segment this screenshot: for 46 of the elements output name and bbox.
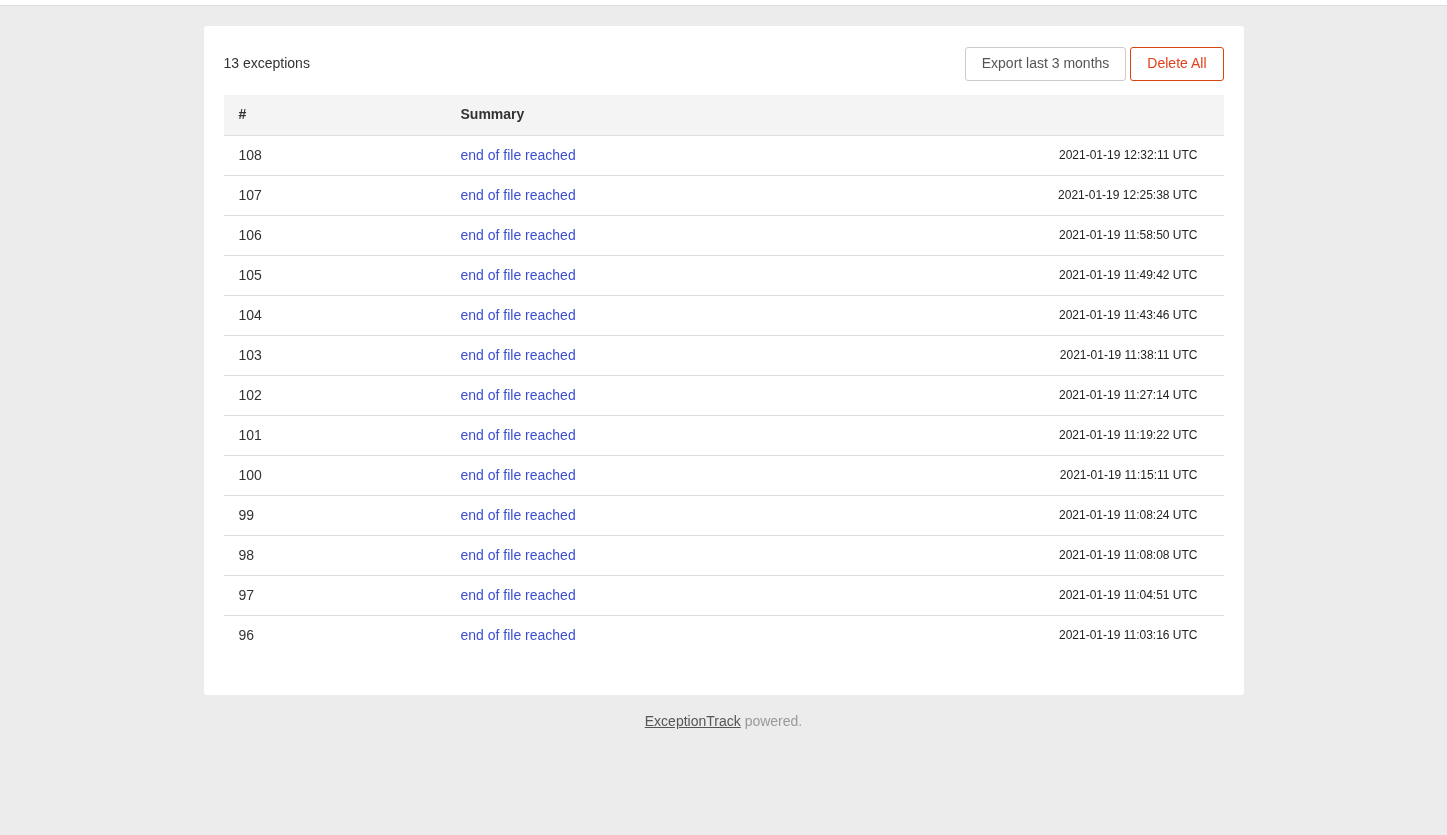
footer-text: powered. bbox=[744, 713, 803, 729]
summary-link[interactable]: end of file reached bbox=[460, 346, 576, 363]
column-header: # bbox=[223, 95, 446, 135]
summary-link[interactable]: end of file reached bbox=[460, 306, 576, 323]
table-cell: 99 bbox=[223, 495, 446, 535]
exceptiontrack-link[interactable]: ExceptionTrack bbox=[644, 713, 741, 729]
table-cell: 108 bbox=[223, 135, 446, 175]
export-button[interactable]: Export last 3 months bbox=[964, 46, 1127, 81]
table-cell: 107 bbox=[223, 175, 446, 215]
summary-link[interactable]: end of file reached bbox=[460, 386, 576, 403]
summary-link[interactable]: end of file reached bbox=[460, 466, 576, 483]
table-cell: 2021-01-19 11:15:11 UTC bbox=[792, 455, 1224, 495]
table-cell: 2021-01-19 11:03:16 UTC bbox=[792, 615, 1224, 655]
summary-link[interactable]: end of file reached bbox=[460, 626, 576, 643]
table-cell: 2021-01-19 11:27:14 UTC bbox=[792, 375, 1224, 415]
column-header: Summary bbox=[445, 95, 793, 135]
summary-link[interactable]: end of file reached bbox=[460, 506, 576, 523]
table-cell: 96 bbox=[223, 615, 446, 655]
table-cell: 2021-01-19 11:58:50 UTC bbox=[792, 215, 1224, 255]
table-cell: 2021-01-19 12:25:38 UTC bbox=[792, 175, 1224, 215]
table-cell: 2021-01-19 11:04:51 UTC bbox=[792, 575, 1224, 615]
summary-link[interactable]: end of file reached bbox=[460, 146, 576, 163]
summary-link[interactable]: end of file reached bbox=[460, 426, 576, 443]
summary-link[interactable]: end of file reached bbox=[460, 546, 576, 563]
exception-count: 13 exceptions bbox=[223, 54, 310, 73]
summary-link[interactable]: end of file reached bbox=[460, 186, 576, 203]
table-cell: 2021-01-19 11:19:22 UTC bbox=[792, 415, 1224, 455]
table-cell: 101 bbox=[223, 415, 446, 455]
table-cell: 98 bbox=[223, 535, 446, 575]
summary-link[interactable]: end of file reached bbox=[460, 226, 576, 243]
table-cell: 2021-01-19 11:49:42 UTC bbox=[792, 255, 1224, 295]
table-cell: 2021-01-19 11:08:24 UTC bbox=[792, 495, 1224, 535]
summary-link[interactable]: end of file reached bbox=[460, 266, 576, 283]
table-cell: 97 bbox=[223, 575, 446, 615]
table-cell: 102 bbox=[223, 375, 446, 415]
summary-link[interactable]: end of file reached bbox=[460, 586, 576, 603]
table-cell: 2021-01-19 12:32:11 UTC bbox=[792, 135, 1224, 175]
table-cell: 2021-01-19 11:08:08 UTC bbox=[792, 535, 1224, 575]
table-cell: 100 bbox=[223, 455, 446, 495]
table-cell: 104 bbox=[223, 295, 446, 335]
table-cell: 103 bbox=[223, 335, 446, 375]
table-cell: 106 bbox=[223, 215, 446, 255]
table-cell: 105 bbox=[223, 255, 446, 295]
table-cell: 2021-01-19 11:38:11 UTC bbox=[792, 335, 1224, 375]
table-cell: 2021-01-19 11:43:46 UTC bbox=[792, 295, 1224, 335]
delete-button[interactable]: Delete All bbox=[1130, 46, 1224, 81]
